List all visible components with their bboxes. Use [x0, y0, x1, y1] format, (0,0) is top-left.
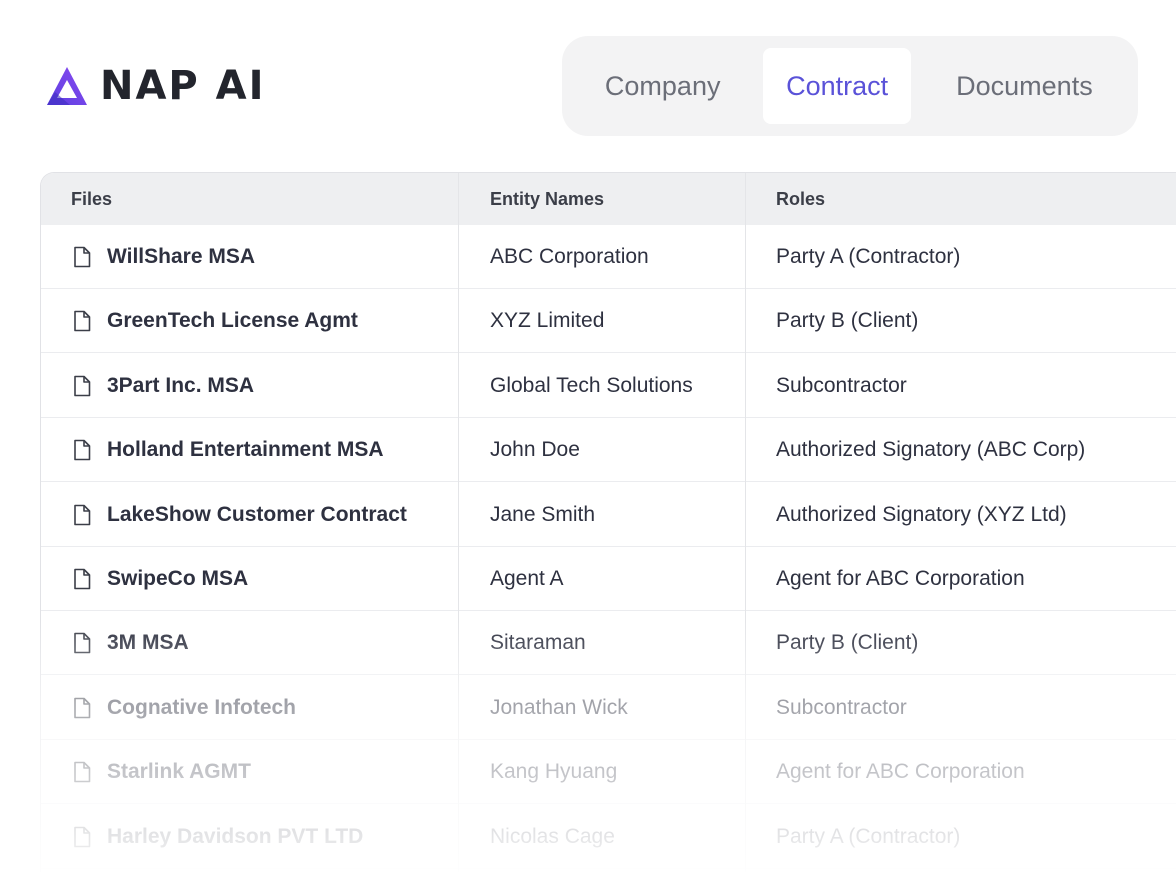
- file-icon: [73, 761, 93, 783]
- file-cell[interactable]: 3Part Inc. MSA: [73, 354, 254, 418]
- entity-name: Jonathan Wick: [490, 695, 628, 719]
- file-cell[interactable]: 3M MSA: [73, 611, 189, 675]
- file-name[interactable]: 3M MSA: [107, 611, 189, 675]
- logo-mark-icon: [47, 67, 87, 105]
- logo: NAP AI: [46, 64, 266, 108]
- file-name[interactable]: Holland Entertainment MSA: [107, 418, 384, 482]
- table-row[interactable]: Harley Davidson PVT LTD Nicolas Cage Party…: [41, 805, 1176, 869]
- file-cell[interactable]: WillShare MSA: [73, 225, 255, 289]
- contracts-table: Files Entity Names Roles WillShare MSA AB…: [40, 172, 1176, 872]
- entity-name: Nicolas Cage: [490, 824, 615, 848]
- role: Authorized Signatory (ABC Corp): [776, 438, 1086, 462]
- role: Party B (Client): [776, 309, 919, 333]
- file-icon: [73, 310, 93, 332]
- file-name[interactable]: Cognative Infotech: [107, 676, 296, 740]
- table-row[interactable]: Starlink AGMT Kang Hyuang Agent for ABC Co…: [41, 740, 1176, 805]
- tab-documents[interactable]: Documents: [911, 48, 1138, 124]
- table-row[interactable]: GreenTech License Agmt XYZ Limited Party B…: [41, 289, 1176, 354]
- table-row[interactable]: 3M MSA Sitaraman Party B (Client): [41, 611, 1176, 676]
- file-icon: [73, 375, 93, 397]
- column-header-files[interactable]: Files: [71, 173, 112, 225]
- column-header-roles[interactable]: Roles: [776, 173, 825, 225]
- entity-name: Jane Smith: [490, 502, 596, 526]
- file-icon: [73, 246, 93, 268]
- entity-name: Kang Hyuang: [490, 760, 618, 784]
- file-cell[interactable]: Harley Davidson PVT LTD: [73, 805, 363, 869]
- table-row[interactable]: Cognative Infotech Jonathan Wick Subcontra…: [41, 676, 1176, 740]
- file-icon: [73, 697, 93, 719]
- table-row[interactable]: LakeShow Customer Contract Jane Smith Auth…: [41, 483, 1176, 547]
- entity-name: Sitaraman: [490, 631, 586, 655]
- tab-company[interactable]: Company: [580, 48, 745, 124]
- tab-contract[interactable]: Contract: [763, 48, 911, 124]
- file-cell[interactable]: SwipeCo MSA: [73, 547, 248, 611]
- file-cell[interactable]: GreenTech License Agmt: [73, 289, 358, 353]
- column-divider: [745, 173, 746, 872]
- table-header: Files Entity Names Roles: [41, 173, 1176, 225]
- role: Subcontractor: [776, 695, 907, 719]
- table-row[interactable]: Holland Entertainment MSA John Doe Authori…: [41, 418, 1176, 483]
- file-icon: [73, 826, 93, 848]
- entity-name: ABC Corporation: [490, 245, 649, 268]
- logo-text: NAP AI: [100, 63, 266, 109]
- column-header-entity-names[interactable]: Entity Names: [490, 173, 604, 225]
- role: Party A (Contractor): [776, 245, 961, 268]
- table-row[interactable]: 3Part Inc. MSA Global Tech Solutions Subco…: [41, 354, 1176, 418]
- file-name[interactable]: LakeShow Customer Contract: [107, 483, 407, 547]
- file-icon: [73, 504, 93, 526]
- file-cell[interactable]: Cognative Infotech: [73, 676, 296, 740]
- entity-name: Global Tech Solutions: [490, 373, 693, 397]
- tab-bar: Company Contract Documents: [562, 36, 1138, 136]
- table-row[interactable]: WillShare MSA ABC Corporation Party A (Con…: [41, 225, 1176, 289]
- file-name[interactable]: 3Part Inc. MSA: [107, 354, 254, 418]
- file-name[interactable]: Starlink AGMT: [107, 740, 251, 804]
- role: Agent for ABC Corporation: [776, 567, 1025, 590]
- file-icon: [73, 632, 93, 654]
- entity-name: XYZ Limited: [490, 309, 605, 333]
- role: Party A (Contractor): [776, 824, 961, 848]
- file-name[interactable]: GreenTech License Agmt: [107, 289, 358, 353]
- role: Agent for ABC Corporation: [776, 760, 1025, 784]
- file-cell[interactable]: Starlink AGMT: [73, 740, 251, 804]
- file-icon: [73, 439, 93, 461]
- role: Authorized Signatory (XYZ Ltd): [776, 502, 1067, 526]
- role: Party B (Client): [776, 631, 919, 655]
- entity-name: Agent A: [490, 567, 564, 590]
- page: NAP AI Company Contract Documents Files …: [0, 0, 1176, 896]
- column-divider: [458, 173, 459, 872]
- file-cell[interactable]: LakeShow Customer Contract: [73, 483, 407, 547]
- file-cell[interactable]: Holland Entertainment MSA: [73, 418, 384, 482]
- table-row[interactable]: SwipeCo MSA Agent A Agent for ABC Corporat…: [41, 547, 1176, 611]
- file-name[interactable]: SwipeCo MSA: [107, 547, 248, 611]
- role: Subcontractor: [776, 373, 907, 397]
- file-name[interactable]: Harley Davidson PVT LTD: [107, 805, 363, 869]
- file-name[interactable]: WillShare MSA: [107, 225, 255, 289]
- file-icon: [73, 568, 93, 590]
- entity-name: John Doe: [490, 438, 580, 462]
